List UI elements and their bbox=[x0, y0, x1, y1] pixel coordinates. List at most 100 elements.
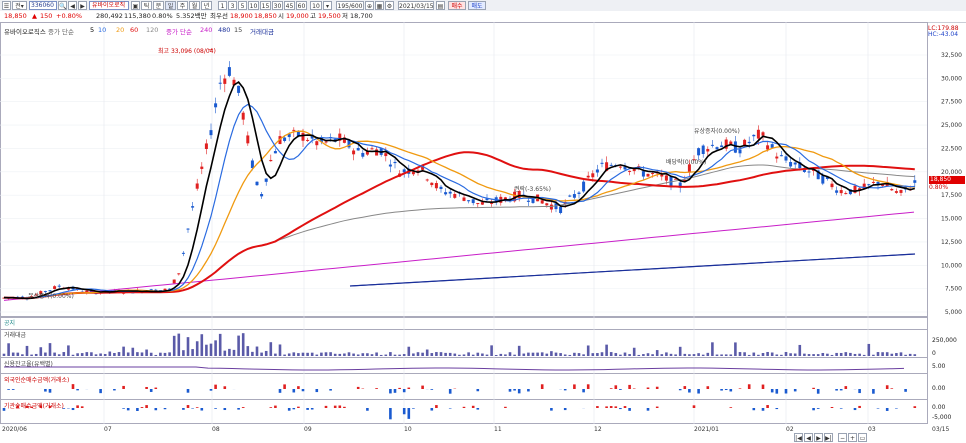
volume-bar bbox=[136, 352, 139, 356]
foreign-bar bbox=[775, 389, 779, 394]
candle-body bbox=[186, 228, 190, 230]
volume-bar bbox=[145, 349, 148, 356]
foreign-bar bbox=[655, 386, 659, 389]
volume-bar bbox=[458, 354, 461, 356]
candle-body bbox=[370, 148, 374, 150]
inst-bar bbox=[274, 405, 277, 408]
inst-bar bbox=[646, 408, 650, 411]
foreign-bar bbox=[145, 386, 148, 389]
volume-bar bbox=[7, 343, 10, 356]
volume-bar bbox=[724, 354, 728, 356]
legend-ma-5: 5 bbox=[90, 26, 95, 34]
candle-body bbox=[595, 169, 599, 173]
foreign-bar bbox=[430, 389, 434, 390]
volume-tick-250000: 250,000 bbox=[932, 337, 957, 344]
nav-last-icon[interactable]: ▶| bbox=[824, 433, 833, 442]
inst-bar bbox=[476, 408, 480, 410]
candle-body bbox=[462, 197, 466, 201]
inst-bar bbox=[550, 408, 553, 411]
candle-body bbox=[177, 273, 181, 275]
inst-tick-neg: -5,000 bbox=[932, 414, 952, 421]
volume-bar bbox=[660, 354, 664, 356]
stock-chart[interactable]: 32,500 30,000 27,500 25,000 22,500 20,000 17,5… bbox=[0, 0, 966, 443]
inst-bar bbox=[200, 408, 204, 411]
volume-bar bbox=[536, 352, 539, 356]
candle-body bbox=[899, 190, 903, 193]
legend-ma2-label: 중가 단순 bbox=[166, 28, 192, 36]
inst-bar bbox=[839, 408, 843, 409]
zoom-out-icon[interactable]: − bbox=[838, 433, 847, 442]
volume-bar bbox=[117, 352, 121, 356]
volume-bar bbox=[241, 333, 245, 356]
volume-bar bbox=[642, 354, 645, 356]
foreign-bar bbox=[99, 389, 102, 394]
volume-bar bbox=[876, 352, 880, 356]
candle-body bbox=[315, 141, 319, 146]
volume-bar bbox=[76, 353, 79, 356]
candle-body bbox=[775, 156, 779, 159]
notice-label: 공지 bbox=[4, 320, 16, 327]
volume-bar bbox=[430, 353, 434, 356]
foreign-bar bbox=[329, 389, 332, 391]
nav-next-icon[interactable]: ▶ bbox=[814, 433, 823, 442]
zoom-in-icon[interactable]: + bbox=[848, 433, 857, 442]
volume-bar bbox=[614, 353, 618, 356]
inst-bar bbox=[343, 406, 346, 408]
volume-bar bbox=[867, 343, 871, 356]
volume-bar bbox=[269, 342, 273, 356]
candle-body bbox=[439, 186, 443, 190]
volume-bar bbox=[844, 352, 848, 356]
candle-body bbox=[223, 78, 227, 84]
inst-bar bbox=[885, 408, 889, 411]
volume-bar bbox=[370, 354, 374, 356]
foreign-bar bbox=[761, 384, 765, 389]
volume-bar bbox=[720, 354, 723, 356]
inst-bar bbox=[775, 408, 779, 410]
volume-bar bbox=[701, 354, 705, 356]
volume-bar bbox=[444, 352, 447, 356]
candle-body bbox=[227, 67, 231, 76]
legend-ma-60: 60 bbox=[130, 26, 139, 34]
foreign-bar bbox=[223, 386, 227, 389]
volume-bar bbox=[853, 353, 857, 356]
inst-bar bbox=[761, 408, 765, 411]
y-tick-label: 32,500 bbox=[941, 52, 962, 59]
inst-bar bbox=[389, 408, 392, 420]
foreign-bar bbox=[402, 389, 406, 393]
volume-bar bbox=[697, 353, 700, 356]
foreign-bar bbox=[513, 389, 516, 391]
nav-first-icon[interactable]: |◀ bbox=[794, 433, 803, 442]
inst-bar bbox=[186, 405, 190, 408]
candle-body bbox=[766, 145, 770, 150]
inst-bar bbox=[876, 408, 880, 409]
credit-tick: 5.00 bbox=[932, 363, 946, 370]
volume-bar bbox=[531, 352, 535, 356]
legend-ma-15: 15 bbox=[234, 26, 243, 34]
inst-bar bbox=[816, 408, 820, 409]
volume-bar bbox=[554, 352, 558, 356]
candle-body bbox=[476, 203, 480, 205]
nav-prev-icon[interactable]: ◀ bbox=[804, 433, 813, 442]
foreign-bar bbox=[517, 389, 521, 394]
candle-body bbox=[324, 141, 328, 143]
candle-body bbox=[444, 192, 448, 195]
volume-bar bbox=[108, 351, 112, 356]
candle-body bbox=[480, 202, 484, 205]
volume-bar bbox=[577, 353, 581, 356]
foreign-bar bbox=[113, 389, 116, 391]
volume-bar bbox=[913, 354, 917, 356]
foreign-bar bbox=[154, 387, 158, 389]
chart-nav: |◀ ◀ ▶ ▶| − + ▭ bbox=[794, 432, 928, 442]
inst-bar bbox=[122, 408, 125, 409]
x-tick-label: 07 bbox=[104, 426, 112, 433]
volume-bar bbox=[586, 345, 590, 356]
foreign-bar bbox=[816, 389, 820, 394]
inst-bar bbox=[297, 406, 300, 408]
candle-body bbox=[867, 184, 871, 186]
candle-body bbox=[57, 285, 61, 287]
volume-bar bbox=[126, 352, 130, 356]
fit-icon[interactable]: ▭ bbox=[858, 433, 867, 442]
candle-body bbox=[306, 139, 310, 141]
inst-bar bbox=[563, 408, 567, 411]
inst-bar bbox=[623, 406, 627, 408]
